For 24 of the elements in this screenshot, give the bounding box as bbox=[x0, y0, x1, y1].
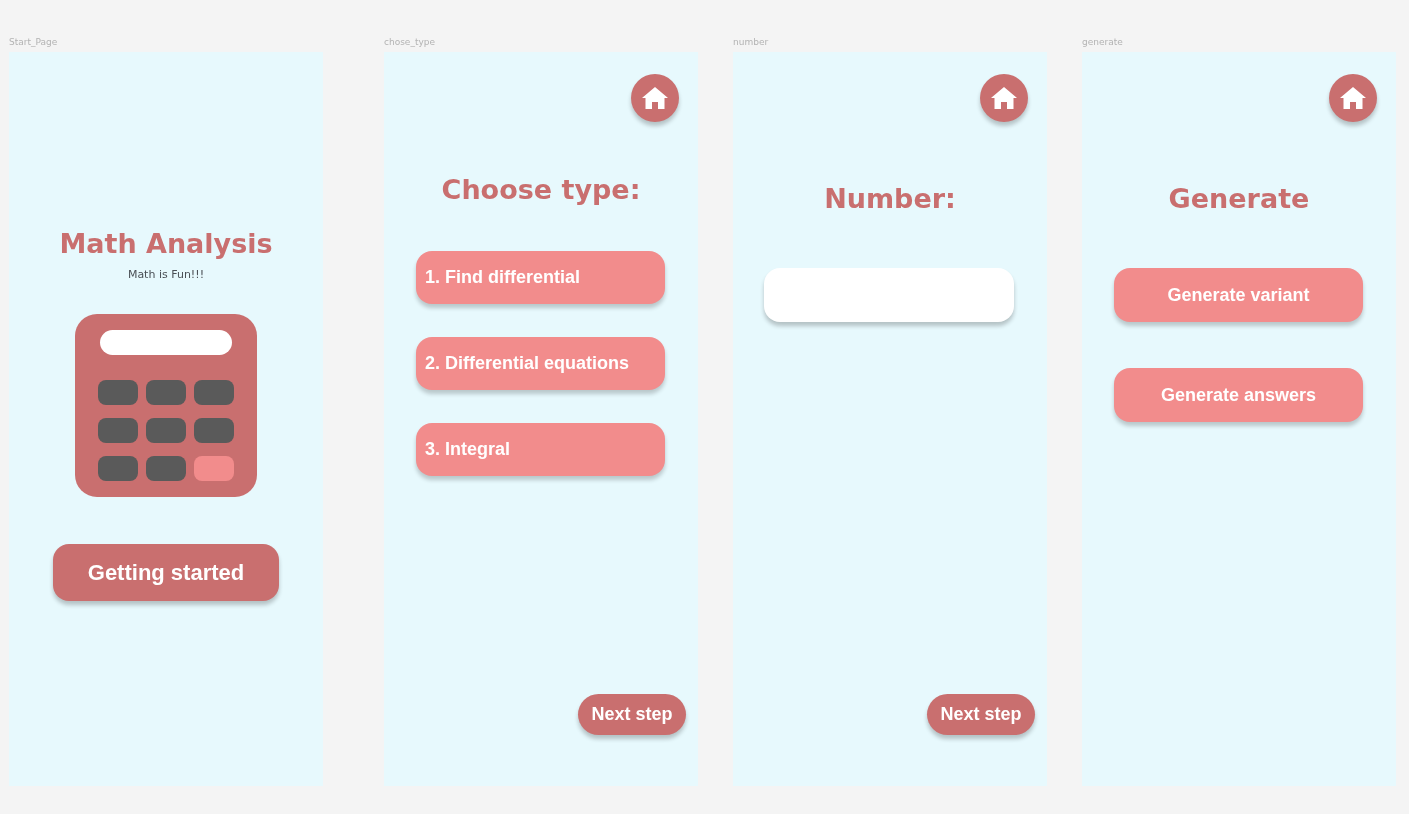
app-subtitle: Math is Fun!!! bbox=[127, 268, 205, 282]
frame-label: Start_Page bbox=[9, 36, 58, 48]
app-title: Math Analysis bbox=[59, 227, 273, 261]
type-option-button[interactable]: 2. Differential equations bbox=[416, 337, 665, 390]
next-step-button[interactable]: Next step bbox=[578, 694, 686, 735]
generate-button[interactable]: Generate answers bbox=[1114, 368, 1363, 422]
frame-label: number bbox=[733, 36, 769, 48]
frame-label: generate bbox=[1082, 36, 1123, 48]
type-option-button[interactable]: 1. Find differential bbox=[416, 251, 665, 304]
getting-started-button[interactable]: Getting started bbox=[53, 544, 279, 601]
home-button[interactable] bbox=[980, 74, 1028, 122]
home-icon bbox=[642, 87, 668, 109]
home-icon bbox=[1340, 87, 1366, 109]
screen-title: Number: bbox=[824, 182, 956, 216]
screen-title: Generate bbox=[1168, 182, 1310, 216]
screen-title: Choose type: bbox=[441, 173, 641, 207]
number-input[interactable] bbox=[764, 268, 1014, 322]
home-icon bbox=[991, 87, 1017, 109]
generate-button[interactable]: Generate variant bbox=[1114, 268, 1363, 322]
home-button[interactable] bbox=[631, 74, 679, 122]
next-step-button[interactable]: Next step bbox=[927, 694, 1035, 735]
home-button[interactable] bbox=[1329, 74, 1377, 122]
type-option-button[interactable]: 3. Integral bbox=[416, 423, 665, 476]
frame-label: chose_type bbox=[384, 36, 435, 48]
